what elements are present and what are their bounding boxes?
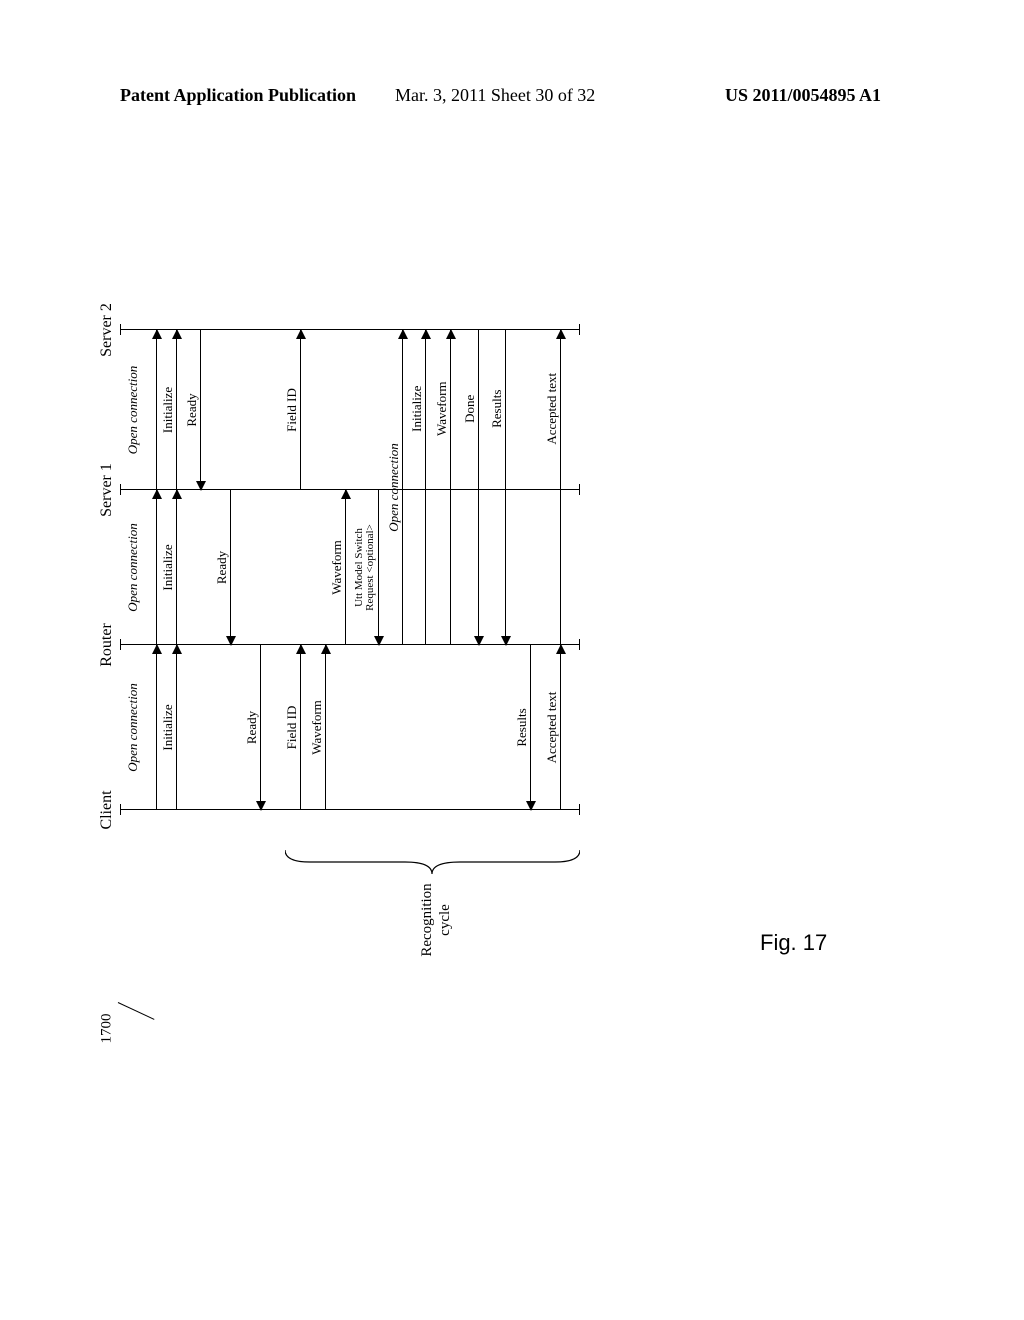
msg-waveform-rs2: Waveform xyxy=(450,330,451,645)
msg-init-cr: Initialize xyxy=(176,645,177,810)
arrow-icon xyxy=(526,801,536,811)
msg-ready-s1r: Ready xyxy=(230,490,231,645)
arrow-icon xyxy=(152,489,162,499)
arrow-icon xyxy=(374,636,384,646)
msg-label: Ready xyxy=(214,551,230,584)
msg-label: Accepted text xyxy=(544,373,560,445)
msg-label: Accepted text xyxy=(544,692,560,764)
arrow-icon xyxy=(172,644,182,654)
msg-init-rs1: Initialize xyxy=(176,490,177,645)
lifeline-router xyxy=(120,644,580,645)
arrow-icon xyxy=(321,644,331,654)
msg-open-conn-s1s2: Open connection xyxy=(156,330,157,490)
arrow-icon xyxy=(226,636,236,646)
msg-done-s2r: Done xyxy=(478,330,479,645)
header-center: Mar. 3, 2011 Sheet 30 of 32 xyxy=(395,85,595,106)
reference-leader-line xyxy=(118,1002,155,1020)
arrow-icon xyxy=(152,644,162,654)
msg-label: Field ID xyxy=(284,388,300,432)
msg-label: Open connection xyxy=(126,683,140,771)
page-header: Patent Application Publication Mar. 3, 2… xyxy=(0,85,1024,115)
msg-waveform-rs1: Waveform xyxy=(345,490,346,645)
msg-label: Waveform xyxy=(309,700,325,755)
msg-label: Open connection xyxy=(386,443,402,531)
msg-ready-s2s1: Ready xyxy=(200,330,201,490)
msg-label: Initialize xyxy=(160,387,176,433)
msg-label: Open connection xyxy=(126,366,140,454)
msg-ready-rc: Ready xyxy=(260,645,261,810)
arrow-icon xyxy=(256,801,266,811)
arrow-icon xyxy=(172,489,182,499)
brace-label: Recognitioncycle xyxy=(418,870,454,970)
arrow-icon xyxy=(501,636,511,646)
msg-label: Utt Model SwitchRequest <optional> xyxy=(354,524,376,611)
msg-label: Waveform xyxy=(329,540,345,595)
sequence-diagram: Client Router Server 1 Server 2 Open con… xyxy=(120,260,600,860)
arrow-icon xyxy=(296,329,306,339)
arrow-icon xyxy=(556,329,566,339)
msg-waveform-cr: Waveform xyxy=(325,645,326,810)
msg-uttswitch: Utt Model SwitchRequest <optional> xyxy=(378,490,379,645)
arrow-icon xyxy=(341,489,351,499)
msg-open-conn-rs2: Open connection xyxy=(402,330,403,645)
arrow-icon xyxy=(152,329,162,339)
msg-results-rc: Results xyxy=(530,645,531,810)
lifeline-server2 xyxy=(120,329,580,330)
msg-label: Ready xyxy=(244,711,260,744)
msg-accepted-cr: Accepted text xyxy=(560,645,561,810)
msg-label: Field ID xyxy=(284,706,300,750)
header-left: Patent Application Publication xyxy=(120,85,356,106)
arrow-icon xyxy=(196,481,206,491)
msg-results-s2r: Results xyxy=(505,330,506,645)
msg-open-conn-rs1: Open connection xyxy=(156,490,157,645)
msg-open-conn-cr: Open connection xyxy=(156,645,157,810)
msg-label: Initialize xyxy=(160,544,176,590)
arrow-icon xyxy=(172,329,182,339)
arrow-icon xyxy=(296,644,306,654)
arrow-icon xyxy=(556,644,566,654)
msg-init-rs2: Initialize xyxy=(425,330,426,645)
arrow-icon xyxy=(398,329,408,339)
actor-server2: Server 2 xyxy=(98,303,116,357)
msg-fieldid-s1s2: Field ID xyxy=(300,330,301,490)
msg-label: Results xyxy=(514,708,530,746)
arrow-icon xyxy=(474,636,484,646)
arrow-icon xyxy=(421,329,431,339)
lifeline-client xyxy=(120,809,580,810)
figure-caption: Fig. 17 xyxy=(760,930,827,956)
msg-init-s1s2: Initialize xyxy=(176,330,177,490)
actor-client: Client xyxy=(98,790,116,829)
msg-label: Initialize xyxy=(409,386,425,432)
msg-label: Results xyxy=(489,390,505,428)
msg-label: Ready xyxy=(184,393,200,426)
msg-label: Open connection xyxy=(126,523,140,611)
reference-number: 1700 xyxy=(99,1014,116,1044)
actor-router: Router xyxy=(98,623,116,667)
msg-label: Waveform xyxy=(434,381,450,436)
msg-accepted-rs2: Accepted text xyxy=(560,330,561,645)
header-right: US 2011/0054895 A1 xyxy=(725,85,881,106)
arrow-icon xyxy=(446,329,456,339)
msg-label: Initialize xyxy=(160,704,176,750)
msg-fieldid-cr: Field ID xyxy=(300,645,301,810)
actor-server1: Server 1 xyxy=(98,463,116,517)
msg-label: Done xyxy=(462,395,478,423)
